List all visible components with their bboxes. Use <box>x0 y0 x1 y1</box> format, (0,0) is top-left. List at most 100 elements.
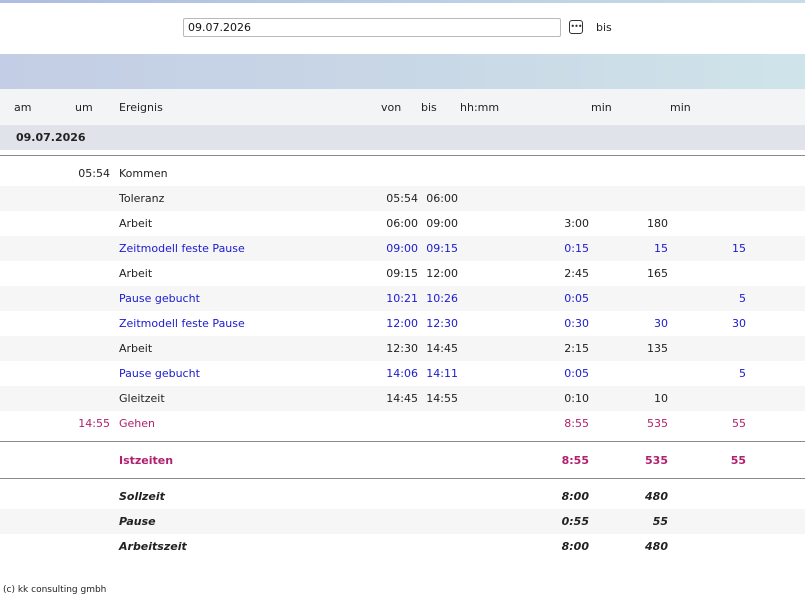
cell-hhmm: 8:55 <box>564 417 589 430</box>
col-um: um <box>75 101 93 114</box>
cell-hhmm: 0:05 <box>564 367 589 380</box>
table-row: Zeitmodell feste Pause 09:00 09:15 0:15 15 15 <box>0 236 805 261</box>
cell-event: Zeitmodell feste Pause <box>119 242 245 255</box>
col-am: am <box>14 101 32 114</box>
col-ereignis: Ereignis <box>119 101 163 114</box>
summary-row: Sollzeit 8:00 480 <box>0 484 805 509</box>
col-von: von <box>381 101 402 114</box>
cell-von: 09:00 <box>386 242 418 255</box>
istzeiten-label: Istzeiten <box>119 454 174 467</box>
cell-min-1: 15 <box>654 242 668 255</box>
cell-hhmm: 0:15 <box>564 242 589 255</box>
cell-min-2: 5 <box>739 292 746 305</box>
cell-von: 12:30 <box>386 342 418 355</box>
cell-von: 14:06 <box>386 367 418 380</box>
cell-bis: 06:00 <box>426 192 458 205</box>
cell-bis: 09:00 <box>426 217 458 230</box>
istzeiten-min-2: 55 <box>730 454 746 467</box>
day-label: 09.07.2026 <box>16 131 86 144</box>
cell-event: Pause gebucht <box>119 292 200 305</box>
col-bis: bis <box>421 101 437 114</box>
cell-hhmm: 2:45 <box>564 267 589 280</box>
summary-label: Arbeitszeit <box>119 540 187 553</box>
cell-min-2: 15 <box>732 242 746 255</box>
cell-min-1: 135 <box>647 342 668 355</box>
header-band <box>0 54 805 89</box>
cell-bis: 14:55 <box>426 392 458 405</box>
cell-von: 14:45 <box>386 392 418 405</box>
date-input[interactable] <box>183 18 561 37</box>
istzeiten-row: Istzeiten 8:55 535 55 <box>0 448 805 473</box>
table-row: Arbeit 09:15 12:00 2:45 165 <box>0 261 805 286</box>
cell-von: 10:21 <box>386 292 418 305</box>
cell-event: Arbeit <box>119 217 153 230</box>
cell-min-1: 10 <box>654 392 668 405</box>
cell-min-1: 180 <box>647 217 668 230</box>
cell-min-2: 30 <box>732 317 746 330</box>
cell-hhmm: 0:10 <box>564 392 589 405</box>
cell-hhmm: 2:15 <box>564 342 589 355</box>
table-row: 14:55 Gehen 8:55 535 55 <box>0 411 805 436</box>
divider <box>0 478 805 479</box>
cell-bis: 12:30 <box>426 317 458 330</box>
divider <box>0 155 805 156</box>
cell-hhmm: 0:30 <box>564 317 589 330</box>
istzeiten-min-1: 535 <box>645 454 668 467</box>
summary-hhmm: 8:00 <box>561 490 589 503</box>
cell-event: Zeitmodell feste Pause <box>119 317 245 330</box>
calendar-icon[interactable]: ••• <box>569 20 583 34</box>
cell-min-2: 55 <box>732 417 746 430</box>
cell-bis: 12:00 <box>426 267 458 280</box>
cell-um: 14:55 <box>78 417 110 430</box>
cell-von: 12:00 <box>386 317 418 330</box>
cell-hhmm: 3:00 <box>564 217 589 230</box>
table-row: Pause gebucht 10:21 10:26 0:05 5 <box>0 286 805 311</box>
cell-min-1: 30 <box>654 317 668 330</box>
summary-hhmm: 0:55 <box>561 515 589 528</box>
cell-bis: 10:26 <box>426 292 458 305</box>
cell-min-2: 5 <box>739 367 746 380</box>
cell-event: Gleitzeit <box>119 392 165 405</box>
cell-event: Pause gebucht <box>119 367 200 380</box>
bis-label: bis <box>596 21 612 34</box>
table-row: Zeitmodell feste Pause 12:00 12:30 0:30 30 30 <box>0 311 805 336</box>
summary-row: Pause 0:55 55 <box>0 509 805 534</box>
summary-min: 480 <box>645 540 668 553</box>
table-row: Toleranz 05:54 06:00 <box>0 186 805 211</box>
istzeiten-hhmm: 8:55 <box>561 454 589 467</box>
table-header: am um Ereignis von bis hh:mm min min <box>0 89 805 126</box>
table-row: Arbeit 12:30 14:45 2:15 135 <box>0 336 805 361</box>
summary-hhmm: 8:00 <box>561 540 589 553</box>
cell-event: Toleranz <box>119 192 165 205</box>
cell-event: Arbeit <box>119 267 153 280</box>
cell-hhmm: 0:05 <box>564 292 589 305</box>
table-row: Arbeit 06:00 09:00 3:00 180 <box>0 211 805 236</box>
table-row: Pause gebucht 14:06 14:11 0:05 5 <box>0 361 805 386</box>
table-row: 05:54 Kommen <box>0 161 805 186</box>
cell-bis: 14:45 <box>426 342 458 355</box>
col-min-1: min <box>591 101 612 114</box>
cell-min-1: 535 <box>647 417 668 430</box>
cell-von: 05:54 <box>386 192 418 205</box>
summary-label: Pause <box>119 515 156 528</box>
cell-von: 09:15 <box>386 267 418 280</box>
summary-label: Sollzeit <box>119 490 165 503</box>
cell-event: Gehen <box>119 417 156 430</box>
table-row: Gleitzeit 14:45 14:55 0:10 10 <box>0 386 805 411</box>
col-min-2: min <box>670 101 691 114</box>
cell-event: Arbeit <box>119 342 153 355</box>
cell-um: 05:54 <box>78 167 110 180</box>
col-hhmm: hh:mm <box>460 101 500 114</box>
divider <box>0 441 805 442</box>
cell-event: Kommen <box>119 167 168 180</box>
day-group-header[interactable]: 09.07.2026 <box>0 126 805 150</box>
summary-row: Arbeitszeit 8:00 480 <box>0 534 805 559</box>
cell-bis: 09:15 <box>426 242 458 255</box>
summary-min: 55 <box>652 515 668 528</box>
top-accent-line <box>0 0 805 3</box>
cell-min-1: 165 <box>647 267 668 280</box>
copyright-footer: (c) kk consulting gmbh <box>3 585 107 595</box>
cell-von: 06:00 <box>386 217 418 230</box>
summary-min: 480 <box>645 490 668 503</box>
cell-bis: 14:11 <box>426 367 458 380</box>
